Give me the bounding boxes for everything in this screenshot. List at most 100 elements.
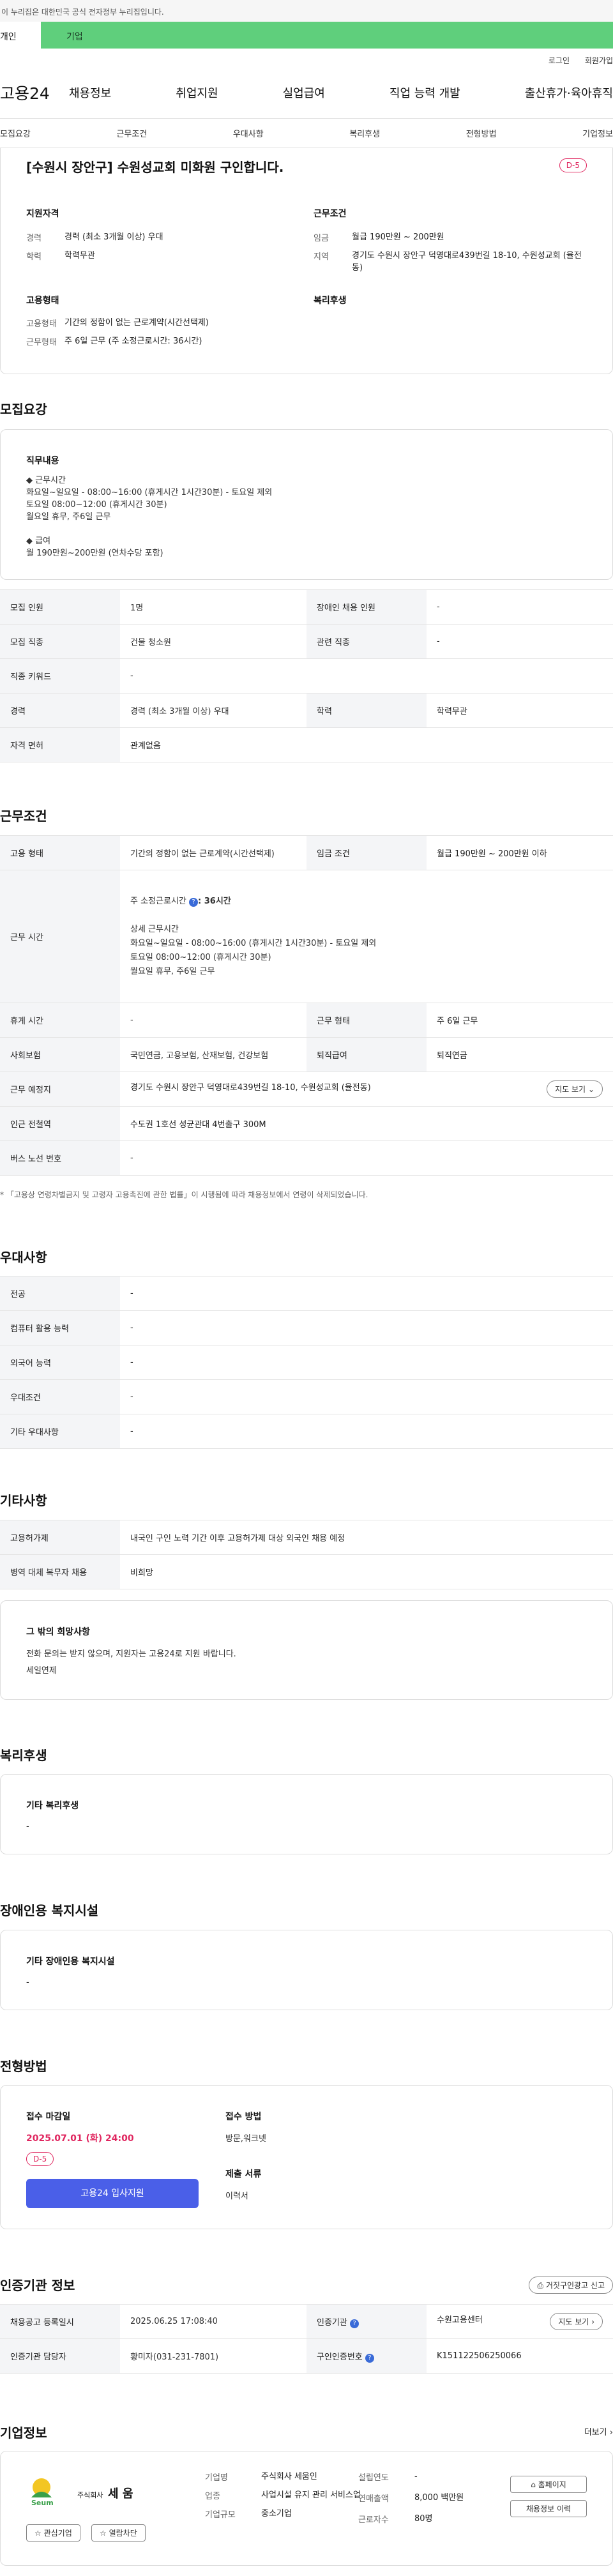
tab-company[interactable]: 기업 bbox=[41, 22, 613, 49]
table-cell: - bbox=[120, 1140, 613, 1176]
company-fields-a: 기업명 주식회사 세움인 업종 사업시설 유지 관리 서비스업 기업규모 중소기업 bbox=[205, 2471, 365, 2526]
block-view-button[interactable]: ☆ 열람차단 bbox=[91, 2524, 146, 2542]
homepage-button[interactable]: ⌂ 홈페이지 bbox=[510, 2476, 587, 2493]
map-button[interactable]: 지도 보기 ⌄ bbox=[547, 1080, 603, 1098]
kv-key: 고용형태 bbox=[26, 319, 57, 329]
docs-label: 제출 서류 bbox=[225, 2169, 262, 2179]
table-head: 사회보험 bbox=[0, 1037, 120, 1072]
login-link[interactable]: 로그인 bbox=[549, 56, 570, 65]
global-nav: 고용24 채용정보 취업지원 실업급여 직업 능력 개발 출산휴가·육아휴직 bbox=[0, 66, 613, 119]
selection-heading: 전형방법 bbox=[0, 2059, 47, 2074]
apply-button[interactable]: 고용24 입사지원 bbox=[26, 2179, 199, 2208]
etc-box-line: 세일연제 bbox=[26, 1666, 57, 1676]
duty-line bbox=[26, 523, 272, 535]
info-icon[interactable]: ? bbox=[349, 2319, 359, 2328]
cert-map-button[interactable]: 지도 보기 › bbox=[550, 2313, 603, 2330]
interest-company-button[interactable]: ☆ 관심기업 bbox=[26, 2524, 80, 2542]
kv-value: 중소기업 bbox=[261, 2509, 292, 2519]
info-icon[interactable]: ? bbox=[189, 897, 198, 907]
welfare-box-title: 기타 복리후생 bbox=[26, 1801, 79, 1811]
snb-conditions[interactable]: 근무조건 bbox=[116, 127, 147, 139]
table-row: 모집 직종 건물 청소원 관련 직종 - bbox=[0, 624, 613, 659]
weekly-hours-label: 주 소정근로시간 bbox=[130, 896, 186, 906]
etc-box-line: 전화 문의는 받지 않으며, 지원자는 고용24로 지원 바랍니다. bbox=[26, 1649, 236, 1659]
selection-box: 접수 마감일 2025.07.01 (화) 24:00 D-5 고용24 입사지… bbox=[0, 2085, 613, 2229]
tab-personal[interactable]: 개인 bbox=[0, 22, 41, 49]
disabled-box: 기타 장애인용 복지시설 - bbox=[0, 1930, 613, 2010]
recruit-table: 모집 인원 1명 장애인 채용 인원 - 모집 직종 건물 청소원 관련 직종 - 직종 키… bbox=[0, 589, 613, 762]
table-cell: 2025.06.25 17:08:40 bbox=[120, 2304, 306, 2339]
table-head: 구인인증번호 ? bbox=[306, 2338, 427, 2374]
work-time-cell: 주 소정근로시간 ?: 36시간 상세 근무시간 화요일~일요일 - 08:00… bbox=[120, 870, 613, 1003]
detail-hours-label: 상세 근무시간 bbox=[130, 924, 179, 934]
gnb-item-benefit[interactable]: 실업급여 bbox=[283, 84, 325, 101]
home-icon: ⌂ bbox=[531, 2480, 536, 2489]
table-cell: 학력무관 bbox=[427, 693, 613, 728]
welfare-heading: 복리후생 bbox=[314, 296, 347, 306]
table-head: 기타 우대사항 bbox=[0, 1414, 120, 1449]
table-head: 채용공고 등록일시 bbox=[0, 2304, 120, 2339]
table-cell: K151122506250066 bbox=[427, 2338, 613, 2374]
duty-line: 월 190만원~200만원 (연차수당 포함) bbox=[26, 549, 163, 558]
more-label: 더보기 bbox=[584, 2428, 607, 2437]
kv-key: 학력 bbox=[26, 252, 42, 262]
conditions-list: 임금 월급 190만원 ~ 200만원 지역 경기도 수원시 장안구 덕영대로439… bbox=[314, 231, 582, 280]
logo-sub: 주식회사 bbox=[77, 2491, 103, 2499]
snb-selection[interactable]: 전형방법 bbox=[466, 127, 497, 139]
site-logo[interactable]: 고용24 bbox=[0, 81, 69, 104]
chevron-right-icon: › bbox=[609, 2428, 613, 2437]
conditions-table: 고용 형태 기간의 정함이 없는 근로계약(시간선택제) 임금 조건 월급 190만원… bbox=[0, 835, 613, 1176]
kv-value: 경기도 수원시 장안구 덕영대로439번길 18-10, 수원성교회 (율전동) bbox=[352, 251, 582, 273]
table-head: 인근 전철역 bbox=[0, 1106, 120, 1141]
company-more-link[interactable]: 더보기 › bbox=[584, 2425, 613, 2437]
table-row: 모집 인원 1명 장애인 채용 인원 - bbox=[0, 589, 613, 625]
duty-line: ◆ 급여 bbox=[26, 536, 51, 546]
table-row: 인근 전철역 수도권 1호선 성균관대 4번출구 300M bbox=[0, 1106, 613, 1141]
method-label: 접수 방법 bbox=[225, 2112, 262, 2122]
chevron-right-icon: › bbox=[591, 2317, 594, 2326]
info-icon[interactable]: ? bbox=[365, 2353, 374, 2363]
cert-table: 채용공고 등록일시 2025.06.25 17:08:40 인증기관 ? 수원고용센터… bbox=[0, 2304, 613, 2374]
gnb-item-leave[interactable]: 출산휴가·육아휴직 bbox=[525, 84, 613, 101]
kv-key: 지역 bbox=[314, 252, 329, 262]
kv-value: 8,000 백만원 bbox=[414, 2493, 464, 2503]
snb-welfare[interactable]: 복리후생 bbox=[349, 127, 380, 139]
gnb-item-training[interactable]: 직업 능력 개발 bbox=[390, 84, 460, 101]
table-row: 외국어 능력 - bbox=[0, 1345, 613, 1380]
gnb-item-support[interactable]: 취업지원 bbox=[176, 84, 218, 101]
place-cell: 경기도 수원시 장안구 덕영대로439번길 18-10, 수원성교회 (율전동)… bbox=[120, 1072, 613, 1107]
table-row: 고용 형태 기간의 정함이 없는 근로계약(시간선택제) 임금 조건 월급 190만원… bbox=[0, 835, 613, 870]
signup-link[interactable]: 회원가입 bbox=[585, 56, 613, 65]
etc-box: 그 밖의 희망사항 전화 문의는 받지 않으며, 지원자는 고용24로 지원 바… bbox=[0, 1600, 613, 1700]
detail-line: 화요일~일요일 - 08:00~16:00 (휴게시간 1시간30분) - 토요… bbox=[130, 938, 377, 948]
table-head: 관련 직종 bbox=[306, 624, 427, 659]
report-icon: ⎙ bbox=[537, 2281, 544, 2290]
table-row: 휴게 시간 - 근무 형태 주 6일 근무 bbox=[0, 1003, 613, 1038]
report-button[interactable]: ⎙ 거짓구인광고 신고 bbox=[529, 2277, 613, 2294]
star-icon: ☆ bbox=[34, 2529, 42, 2538]
table-head: 자격 면허 bbox=[0, 727, 120, 762]
table-head: 버스 노선 번호 bbox=[0, 1140, 120, 1176]
table-row: 고용허가제 내국인 구인 노력 기간 이후 고용허가제 대상 외국인 채용 예정 bbox=[0, 1520, 613, 1555]
age-footnote: * 「고용상 연령차별금지 및 고령자 고용촉진에 관한 법률」이 시행됨에 따… bbox=[0, 1190, 368, 1199]
apply-button-label: 고용24 입사지원 bbox=[80, 2188, 144, 2199]
snb-company[interactable]: 기업정보 bbox=[582, 127, 613, 139]
summary-card: [수원시 장안구] 수원성교회 미화원 구인합니다. D-5 지원자격 경력 경력… bbox=[0, 148, 613, 374]
table-row: 근무 예정지 경기도 수원시 장안구 덕영대로439번길 18-10, 수원성교… bbox=[0, 1072, 613, 1107]
block-label: 열람차단 bbox=[109, 2529, 137, 2538]
gnb-item-jobs[interactable]: 채용정보 bbox=[69, 84, 111, 101]
job-history-button[interactable]: 채용정보 이력 bbox=[510, 2500, 587, 2517]
docs-value: 이력서 bbox=[225, 2192, 248, 2201]
table-head: 외국어 능력 bbox=[0, 1345, 120, 1380]
user-type-tabs: 개인 기업 bbox=[0, 22, 613, 49]
table-row: 사회보험 국민연금, 고용보험, 산재보험, 건강보험 퇴직급여 퇴직연금 bbox=[0, 1037, 613, 1072]
snb-recruit[interactable]: 모집요강 bbox=[0, 127, 31, 139]
snb-preference[interactable]: 우대사항 bbox=[233, 127, 264, 139]
table-head: 근무 예정지 bbox=[0, 1072, 120, 1107]
company-fields-b: 설립연도 - 연매출액 8,000 백만원 근로자수 80명 bbox=[358, 2471, 486, 2531]
table-head: 직종 키워드 bbox=[0, 658, 120, 693]
kv-key: 기업명 bbox=[205, 2473, 228, 2483]
cert-heading: 인증기관 정보 bbox=[0, 2278, 75, 2293]
table-cell: 내국인 구인 노력 기간 이후 고용허가제 대상 외국인 채용 예정 bbox=[120, 1520, 613, 1555]
table-cell: - bbox=[120, 1310, 613, 1345]
